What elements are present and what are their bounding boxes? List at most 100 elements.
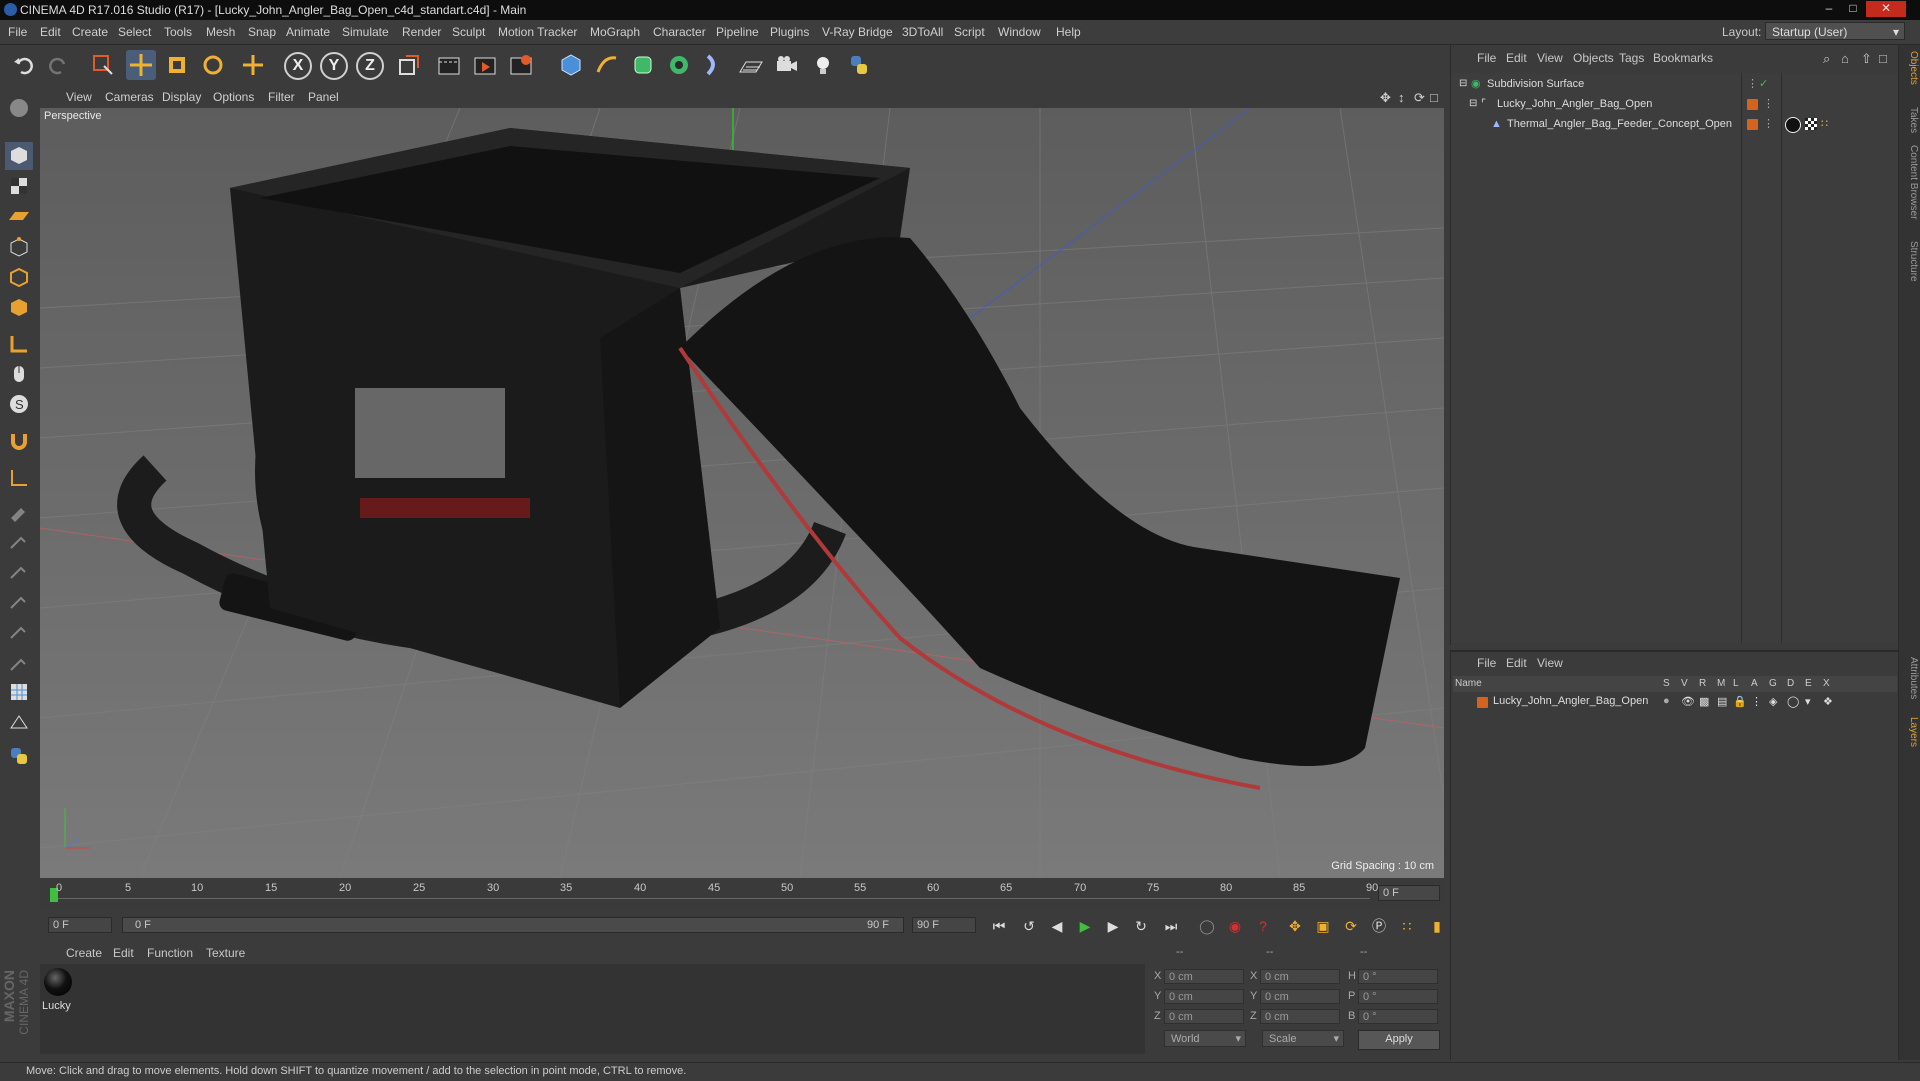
3d-viewport[interactable]: Perspective Grid Spacing : 10 cm [40,108,1444,878]
viewport-camera-label[interactable]: Perspective [44,110,101,122]
uv-map-icon[interactable] [5,708,33,736]
layer-color-swatch[interactable] [1747,99,1758,110]
viewport-rotate-icon[interactable]: ⟳ [1414,90,1425,106]
move-tool-icon[interactable] [126,50,156,80]
record-keys-icon[interactable]: ◯ [1196,915,1218,937]
maximize-icon[interactable]: □ [1842,1,1864,17]
menu-create[interactable]: Create [72,25,108,39]
tab-attributes[interactable]: Attributes [1901,657,1919,699]
edges-mode-icon[interactable] [5,264,33,292]
collapse-icon[interactable]: ⊟ [1469,95,1477,113]
goto-end-icon[interactable]: ⏭ [1160,915,1182,937]
menu-3dtoall[interactable]: 3DToAll [902,25,943,39]
menu-mesh[interactable]: Mesh [206,25,235,39]
key-parameter-icon[interactable]: Ⓟ [1368,915,1390,937]
script-python-icon[interactable] [5,742,33,770]
spline-pen-icon[interactable] [592,50,622,80]
material-menu-function[interactable]: Function [147,946,193,960]
coord-rot-b-field[interactable]: 0 ° [1358,1009,1438,1024]
redo-icon[interactable] [42,50,72,80]
transform-tool-icon[interactable] [238,50,268,80]
render-view-icon[interactable] [434,50,464,80]
sculpt-brush-icon[interactable] [5,496,33,524]
object-row-lucky-john-bag[interactable]: ⊟ ⌜ Lucky_John_Angler_Bag_Open ⋮ [1451,95,1899,113]
timeline-ticks[interactable]: 0 5 10 15 20 25 30 35 40 45 50 55 60 65 … [50,882,1380,906]
coord-size-z-field[interactable]: 0 cm [1260,1009,1340,1024]
layer-color-swatch[interactable] [1747,119,1758,130]
viewport-menu-cameras[interactable]: Cameras [105,90,154,104]
material-name[interactable]: Lucky [42,1000,71,1012]
menu-tools[interactable]: Tools [164,25,192,39]
enabled-check-icon[interactable]: ✓ [1759,75,1768,93]
collapse-icon[interactable]: ⊟ [1459,75,1467,93]
new-view-icon[interactable]: □ [1879,51,1887,66]
object-name[interactable]: Lucky_John_Angler_Bag_Open [1497,95,1652,113]
sculpt-inflate-icon[interactable] [5,586,33,614]
z-axis-lock-icon[interactable]: Z [356,52,384,80]
start-frame-field[interactable]: 0 F [48,917,112,933]
object-menu-objects[interactable]: Objects [1573,51,1614,65]
previous-frame-icon[interactable]: ◀ [1046,915,1068,937]
live-selection-icon[interactable] [88,50,118,80]
layer-col-render[interactable]: R [1699,678,1706,689]
tab-layers[interactable]: Layers [1901,717,1919,747]
viewport-menu-view[interactable]: View [66,90,92,104]
key-position-icon[interactable]: ✥ [1284,915,1306,937]
menu-pipeline[interactable]: Pipeline [716,25,759,39]
polygons-mode-icon[interactable] [5,294,33,322]
viewport-menu-panel[interactable]: Panel [308,90,339,104]
layout-dropdown[interactable]: Startup (User) ▾ [1765,22,1905,40]
menu-snap[interactable]: Snap [248,25,276,39]
tab-structure[interactable]: Structure [1901,241,1919,282]
layer-deformer-icon[interactable]: ◯ [1787,695,1799,708]
coord-mode-dropdown[interactable]: Scale ▾ [1262,1030,1344,1047]
layer-col-deformers[interactable]: D [1787,678,1794,689]
visibility-dots-icon[interactable]: ⋮ [1747,75,1758,93]
object-row-thermal-bag[interactable]: ▲ Thermal_Angler_Bag_Feeder_Concept_Open… [1451,115,1899,133]
layer-menu-view[interactable]: View [1537,656,1563,670]
coordinate-system-icon[interactable] [394,50,424,80]
layer-manager-icon[interactable]: ▤ [1717,695,1727,708]
timeline-window-icon[interactable]: ▮ [1426,915,1448,937]
object-menu-view[interactable]: View [1537,51,1563,65]
menu-render[interactable]: Render [402,25,441,39]
apply-button[interactable]: Apply [1358,1030,1440,1050]
sculpt-pull-icon[interactable] [5,526,33,554]
viewport-menu-filter[interactable]: Filter [268,90,295,104]
texture-mode-icon[interactable] [5,172,33,200]
frame-range-slider[interactable]: 0 F 90 F [122,917,904,933]
coord-pos-z-field[interactable]: 0 cm [1164,1009,1244,1024]
material-menu-edit[interactable]: Edit [113,946,134,960]
layer-col-generators[interactable]: G [1769,678,1777,689]
key-rotation-icon[interactable]: ⟳ [1340,915,1362,937]
previous-key-icon[interactable]: ↺ [1018,915,1040,937]
cloner-icon[interactable] [664,50,694,80]
arrow-up-icon[interactable]: ⇧ [1861,51,1872,67]
coord-pos-x-field[interactable]: 0 cm [1164,969,1244,984]
layer-animation-icon[interactable]: ⋮ [1751,695,1762,708]
coord-rot-h-field[interactable]: 0 ° [1358,969,1438,984]
layer-col-locked[interactable]: L [1733,678,1739,689]
tab-objects[interactable]: Objects [1901,51,1919,85]
texture-grid-icon[interactable] [5,678,33,706]
object-name[interactable]: Subdivision Surface [1487,75,1584,93]
magnet-icon[interactable] [5,428,33,456]
menu-vray-bridge[interactable]: V-Ray Bridge [822,25,893,39]
sculpt-smooth-icon[interactable] [5,556,33,584]
material-tag-icon[interactable] [1785,117,1801,133]
texture-tag-icon[interactable] [1805,118,1817,130]
menu-mograph[interactable]: MoGraph [590,25,640,39]
end-frame-field[interactable]: 90 F [912,917,976,933]
camera-icon[interactable] [772,50,802,80]
layer-col-animation[interactable]: A [1751,678,1758,689]
sculpt-grab-icon[interactable] [5,648,33,676]
menu-simulate[interactable]: Simulate [342,25,389,39]
points-mode-icon[interactable] [5,234,33,262]
viewport-menu-display[interactable]: Display [162,90,201,104]
sculpt-flatten-icon[interactable] [5,616,33,644]
menu-window[interactable]: Window [998,25,1041,39]
menu-motion-tracker[interactable]: Motion Tracker [498,25,577,39]
undo-icon[interactable] [10,50,40,80]
cube-primitive-icon[interactable] [556,50,586,80]
coord-size-y-field[interactable]: 0 cm [1260,989,1340,1004]
